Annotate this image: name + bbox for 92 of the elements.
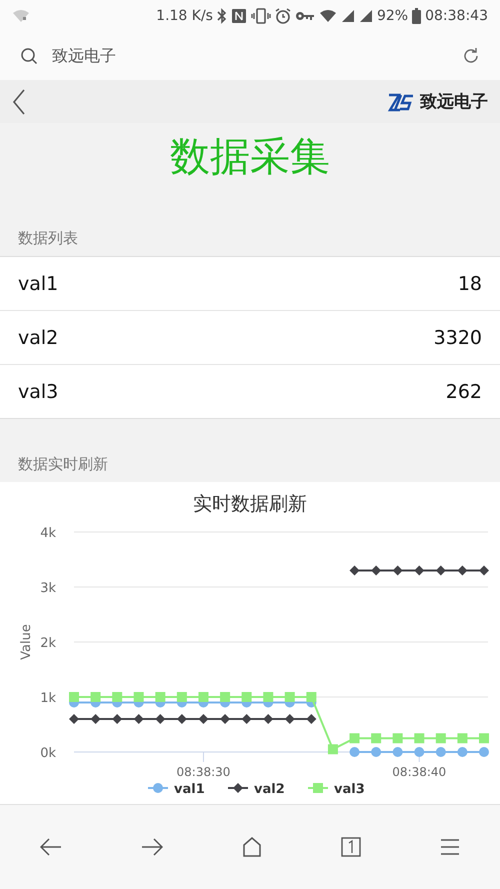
legend-label[interactable]: val1: [174, 782, 205, 797]
point: [198, 714, 208, 724]
vibrate-icon: [250, 8, 271, 24]
point: [284, 714, 295, 724]
point: [479, 733, 489, 744]
point: [436, 747, 446, 757]
menu-icon[interactable]: [440, 838, 460, 856]
wifi-question-icon: [12, 9, 30, 23]
point: [392, 733, 403, 744]
point: [90, 714, 101, 724]
point: [371, 566, 382, 576]
point: [134, 692, 144, 702]
point: [155, 692, 166, 702]
row-name: val3: [18, 380, 58, 402]
point: [479, 747, 489, 757]
point: [112, 714, 122, 724]
point: [220, 714, 230, 724]
alarm-icon: [274, 8, 291, 24]
point: [457, 566, 468, 576]
refresh-icon[interactable]: [462, 47, 480, 65]
point: [392, 747, 403, 757]
point: [436, 566, 446, 576]
point: [306, 714, 316, 724]
signal-icon: [358, 9, 373, 23]
point: [414, 566, 424, 576]
point: [328, 744, 338, 754]
section-label: 数据实时刷新: [17, 455, 109, 475]
axis-label: 1k: [40, 691, 56, 706]
axis-label: 08:38:30: [176, 765, 230, 779]
search-icon: [20, 47, 38, 65]
point: [479, 566, 489, 576]
row-name: val2: [18, 326, 58, 348]
signal-icon: [340, 9, 355, 23]
forward-arrow-icon[interactable]: [140, 838, 163, 856]
axis-label: 08:38:40: [392, 765, 446, 779]
battery-icon: [412, 8, 422, 24]
brand-name: 致远电子: [420, 91, 488, 113]
axis-label: 3k: [40, 581, 56, 596]
point: [371, 733, 382, 744]
point: [198, 692, 208, 702]
legend-marker-icon: [228, 783, 248, 793]
tabs-icon[interactable]: [341, 837, 362, 857]
point: [176, 714, 187, 724]
legend-label[interactable]: val3: [334, 782, 365, 797]
point: [284, 692, 295, 702]
point: [392, 566, 403, 576]
legend-marker-icon: [308, 783, 328, 793]
axis-label: 2k: [40, 636, 56, 651]
clock-time: 08:38:43: [425, 8, 488, 24]
network-speed: 1.18 K/s: [156, 8, 213, 24]
point: [414, 733, 424, 744]
back-arrow-icon[interactable]: [40, 838, 62, 856]
point: [350, 566, 360, 576]
key-icon: [294, 10, 315, 22]
home-icon[interactable]: [242, 837, 262, 857]
point: [371, 747, 382, 757]
point: [457, 747, 468, 757]
point: [350, 733, 360, 744]
point: [414, 747, 424, 757]
chart-title: 实时数据刷新: [193, 493, 307, 515]
point: [242, 714, 252, 724]
back-icon[interactable]: [12, 88, 26, 114]
point: [69, 692, 79, 702]
row-value: 262: [446, 380, 482, 402]
point: [306, 692, 316, 702]
point: [69, 714, 79, 724]
point: [112, 692, 122, 702]
section-label: 数据列表: [17, 229, 79, 249]
wifi-icon: [318, 9, 337, 23]
axis-label: 0k: [40, 746, 56, 761]
row-name: val1: [18, 272, 58, 294]
point: [436, 733, 446, 744]
row-value: 3320: [434, 326, 482, 348]
point: [350, 747, 360, 757]
point: [457, 733, 468, 744]
axis-label: 4k: [40, 526, 56, 541]
point: [155, 714, 166, 724]
point: [242, 692, 252, 702]
point: [90, 692, 101, 702]
battery-percent: 92%: [376, 8, 408, 24]
legend-marker-icon: [148, 783, 168, 793]
point: [220, 692, 230, 702]
page-title: 数据采集: [170, 133, 330, 182]
point: [263, 714, 274, 724]
point: [263, 692, 274, 702]
axis-title: Value: [19, 624, 34, 660]
point: [176, 692, 187, 702]
nfc-icon: [230, 8, 247, 24]
row-value: 18: [458, 272, 482, 294]
bluetooth-icon: [216, 8, 227, 24]
legend-label[interactable]: val2: [254, 782, 285, 797]
point: [134, 714, 144, 724]
